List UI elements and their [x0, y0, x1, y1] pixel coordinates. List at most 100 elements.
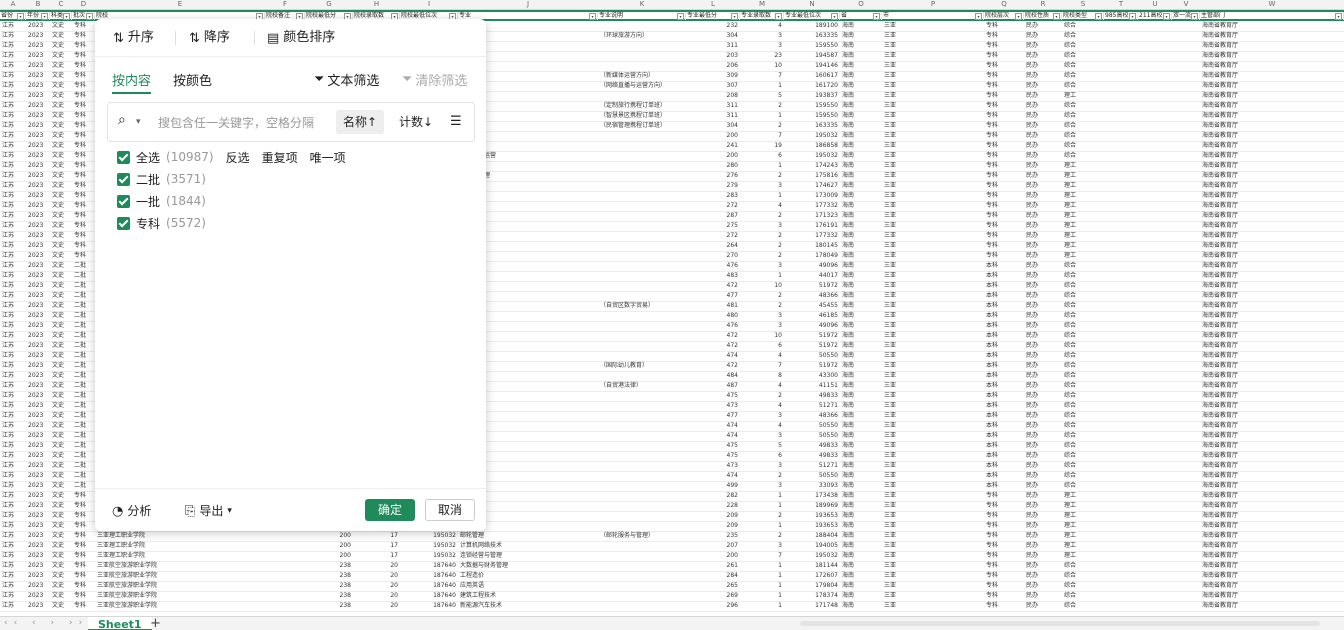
table-cell[interactable]: 理工 [1064, 491, 1102, 501]
table-cell[interactable]: 3 [742, 541, 782, 551]
table-cell[interactable]: 238 [307, 581, 351, 591]
color-sort-button[interactable]: ▤ 颜色排序 [267, 29, 335, 47]
table-cell[interactable]: 专科 [986, 511, 1022, 521]
table-cell[interactable]: 178374 [786, 591, 838, 601]
table-cell[interactable]: 文史 [52, 131, 70, 141]
table-cell[interactable]: 综合 [1064, 591, 1102, 601]
table-cell[interactable]: 三亚 [884, 251, 982, 261]
table-cell[interactable]: 邮轮管理 [460, 531, 596, 541]
table-cell[interactable]: 187640 [402, 601, 456, 611]
table-cell[interactable]: 476 [688, 261, 738, 271]
table-cell[interactable]: 民办 [1026, 511, 1060, 521]
filter-dropdown-icon[interactable]: ▾ [831, 13, 838, 20]
table-cell[interactable]: 综合 [1064, 21, 1102, 31]
table-cell[interactable]: 民办 [1026, 591, 1060, 601]
table-cell[interactable]: 文史 [52, 321, 70, 331]
table-cell[interactable]: 472 [688, 361, 738, 371]
table-cell[interactable]: 三亚 [884, 21, 982, 31]
table-cell[interactable]: 综合 [1064, 451, 1102, 461]
table-cell[interactable]: 17 [355, 541, 398, 551]
table-cell[interactable]: 民办 [1026, 181, 1060, 191]
table-cell[interactable]: 17 [355, 531, 398, 541]
table-cell[interactable]: 三亚 [884, 431, 982, 441]
table-cell[interactable]: 三亚 [884, 511, 982, 521]
table-cell[interactable]: 专科 [986, 181, 1022, 191]
table-cell[interactable]: 2023 [28, 81, 48, 91]
table-cell[interactable]: 综合 [1064, 571, 1102, 581]
table-cell[interactable]: 综合 [1064, 71, 1102, 81]
table-cell[interactable]: 200 [688, 131, 738, 141]
table-cell[interactable]: （自贸港法律） [600, 381, 684, 391]
table-cell[interactable]: 本科 [986, 381, 1022, 391]
table-cell[interactable]: 海南 [842, 31, 880, 41]
table-cell[interactable]: 232 [688, 21, 738, 31]
table-cell[interactable]: 专科 [986, 591, 1022, 601]
table-cell[interactable]: 海南 [842, 121, 880, 131]
table-cell[interactable]: 民办 [1026, 71, 1060, 81]
table-cell[interactable]: 1 [742, 81, 782, 91]
table-cell[interactable]: 综合 [1064, 101, 1102, 111]
table-cell[interactable]: 三亚 [884, 321, 982, 331]
table-cell[interactable]: 专科 [74, 191, 93, 201]
table-cell[interactable]: 民办 [1026, 331, 1060, 341]
table-cell[interactable]: 海南省教育厅 [1202, 301, 1342, 311]
filter-dropdown-icon[interactable]: ▾ [677, 13, 684, 20]
table-cell[interactable]: 海南省教育厅 [1202, 281, 1342, 291]
table-cell[interactable]: 综合 [1064, 421, 1102, 431]
table-cell[interactable]: 专科 [74, 561, 93, 571]
checkbox-icon[interactable] [117, 194, 130, 208]
table-cell[interactable]: 2023 [28, 31, 48, 41]
table-cell[interactable]: 理工 [1064, 541, 1102, 551]
table-cell[interactable]: 文史 [52, 341, 70, 351]
table-cell[interactable]: 民办 [1026, 391, 1060, 401]
table-cell[interactable]: 二批 [74, 361, 93, 371]
table-cell[interactable]: 187640 [402, 591, 456, 601]
table-cell[interactable]: 2023 [28, 301, 48, 311]
table-cell[interactable]: 三亚 [884, 551, 982, 561]
table-cell[interactable]: （定制旅行携程订单班） [600, 101, 684, 111]
table-cell[interactable]: 2023 [28, 441, 48, 451]
table-cell[interactable]: 综合 [1064, 41, 1102, 51]
table-cell[interactable]: 三亚 [884, 81, 982, 91]
table-cell[interactable]: 专科 [74, 111, 93, 121]
table-cell[interactable]: 2023 [28, 311, 48, 321]
table-cell[interactable]: 民办 [1026, 31, 1060, 41]
table-cell[interactable]: 187640 [402, 561, 456, 571]
table-cell[interactable]: 海南 [842, 481, 880, 491]
table-cell[interactable]: 二批 [74, 331, 93, 341]
table-cell[interactable]: 江苏 [2, 31, 24, 41]
table-cell[interactable]: 江苏 [2, 351, 24, 361]
table-cell[interactable]: 理工 [1064, 531, 1102, 541]
sort-desc-button[interactable]: ⇅ 降序 [189, 29, 230, 47]
table-cell[interactable]: 三亚 [884, 541, 982, 551]
table-cell[interactable]: 177332 [786, 231, 838, 241]
table-cell[interactable]: 272 [688, 201, 738, 211]
table-cell[interactable]: 海南 [842, 471, 880, 481]
table-cell[interactable]: 172607 [786, 571, 838, 581]
table-cell[interactable]: 江苏 [2, 571, 24, 581]
table-cell[interactable] [600, 131, 684, 141]
table-cell[interactable]: 江苏 [2, 181, 24, 191]
table-cell[interactable]: 海南省教育厅 [1202, 291, 1342, 301]
table-cell[interactable]: 3 [742, 481, 782, 491]
table-cell[interactable]: 161720 [786, 81, 838, 91]
table-cell[interactable]: 307 [688, 81, 738, 91]
table-cell[interactable]: 文史 [52, 561, 70, 571]
table-cell[interactable]: 江苏 [2, 291, 24, 301]
table-cell[interactable]: 474 [688, 351, 738, 361]
table-cell[interactable]: 三亚 [884, 101, 982, 111]
table-cell[interactable]: 综合 [1064, 261, 1102, 271]
table-cell[interactable]: 专科 [986, 161, 1022, 171]
table-cell[interactable]: 三亚 [884, 181, 982, 191]
table-cell[interactable] [267, 531, 303, 541]
table-cell[interactable]: 海南省教育厅 [1202, 391, 1342, 401]
table-cell[interactable]: 本科 [986, 341, 1022, 351]
table-cell[interactable]: 本科 [986, 441, 1022, 451]
table-cell[interactable]: 海南 [842, 541, 880, 551]
table-cell[interactable]: 3 [742, 41, 782, 51]
table-cell[interactable]: 专科 [986, 561, 1022, 571]
table-cell[interactable]: 文史 [52, 531, 70, 541]
table-cell[interactable]: 文史 [52, 311, 70, 321]
table-cell[interactable]: 江苏 [2, 421, 24, 431]
table-cell[interactable]: 159550 [786, 41, 838, 51]
